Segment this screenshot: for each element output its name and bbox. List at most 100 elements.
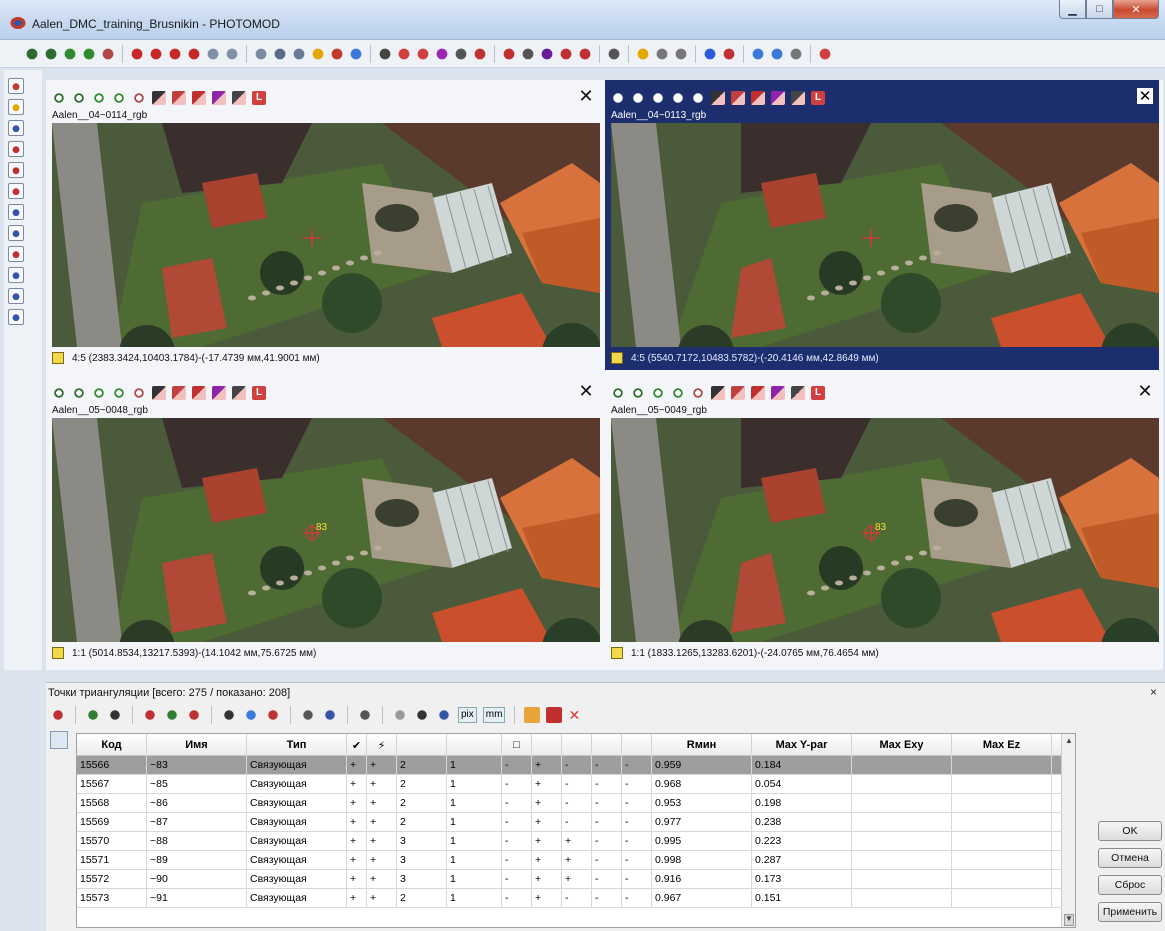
add-point-icon[interactable] [711,91,725,105]
layer-l-icon[interactable]: L [811,386,825,400]
r-icon[interactable] [577,45,593,62]
delete-icon[interactable] [791,386,805,400]
copy-icon[interactable] [8,267,24,283]
filter2-icon[interactable] [8,225,24,241]
add-point-icon[interactable] [711,386,725,400]
column-header-c7-col[interactable]: □ [502,734,532,756]
panel-close-button[interactable]: × [1150,685,1157,699]
zoom-fit-icon[interactable] [92,386,106,400]
column-header-code-col[interactable]: Код [77,734,147,756]
zoom-actual-icon[interactable] [671,386,685,400]
report-icon[interactable] [357,707,373,723]
view-dual-icon[interactable] [721,45,737,62]
measure-icon[interactable] [192,386,206,400]
column-header-c9-col[interactable] [562,734,592,756]
zoom-actual-icon[interactable] [112,386,126,400]
zoom-region-icon[interactable] [691,91,705,105]
table-row[interactable]: 15573 ~91 Связующая + +2 1- + - - -0.967 0.151 [77,889,1065,908]
zoom-out-icon[interactable] [631,386,645,400]
filter-icon[interactable] [8,204,24,220]
zoom-region-icon[interactable] [691,386,705,400]
layer-l-icon[interactable]: L [811,91,825,105]
add-point-icon[interactable] [377,45,393,62]
rename-icon[interactable] [221,707,237,723]
table-row[interactable]: 15569 ~87 Связующая + +2 1- + - - -0.977 0.238 [77,813,1065,832]
delete-icon[interactable] [791,91,805,105]
zoom-out-icon[interactable] [72,386,86,400]
table-icon[interactable] [673,45,689,62]
zoom-fit-icon[interactable] [651,386,665,400]
layout-icon[interactable] [272,45,288,62]
export-icon[interactable] [265,707,281,723]
catalog-icon[interactable] [635,45,651,62]
arrow-down-icon[interactable] [186,45,202,62]
column-header-type-col[interactable]: Тип [247,734,347,756]
table-row[interactable]: 15568 ~86 Связующая + +2 1- + - - -0.953 0.198 [77,794,1065,813]
options-icon[interactable] [750,45,766,62]
grid-points-icon[interactable] [8,309,24,325]
transform2-icon[interactable] [558,45,574,62]
maximize-button[interactable]: □ [1086,0,1113,19]
measure-right-icon[interactable] [8,183,24,199]
zoom-actual-icon[interactable] [112,91,126,105]
zoom-actual-icon[interactable] [81,45,97,62]
sort-az-icon[interactable] [50,707,66,723]
zoom-fit-icon[interactable] [651,91,665,105]
zoom-fit-icon[interactable] [62,45,78,62]
delete2-icon[interactable] [472,45,488,62]
add-point2-icon[interactable] [731,386,745,400]
column-header-c8-col[interactable] [532,734,562,756]
column-header-c11-col[interactable] [622,734,652,756]
options2-icon[interactable] [769,45,785,62]
import-icon[interactable] [243,707,259,723]
layer-l-icon[interactable] [817,45,833,62]
measure-icon[interactable] [751,386,765,400]
swap-icon[interactable] [8,141,24,157]
sort-az-icon[interactable] [8,246,24,262]
image-viewport[interactable]: 83 [611,418,1159,642]
cross-icon[interactable]: ✕ [568,707,584,723]
close-button[interactable]: ✕ [1113,0,1159,19]
column-header-max-ypar-col[interactable]: Max Y-par [752,734,852,756]
arrow-up-icon[interactable] [167,45,183,62]
delete-icon[interactable] [453,45,469,62]
pane-close-button[interactable]: ✕ [1137,382,1153,400]
measure2-icon[interactable] [771,91,785,105]
zoom-out-icon[interactable] [43,45,59,62]
transform-icon[interactable] [539,45,555,62]
pane-close-button[interactable]: ✕ [578,382,594,400]
table-row[interactable]: 15572 ~90 Связующая + +3 1- + + - -0.916 0.173 [77,870,1065,889]
column-header-c10-col[interactable] [592,734,622,756]
add-point2-icon[interactable] [396,45,412,62]
anaglyph-icon[interactable] [8,120,24,136]
column-header-name-col[interactable]: Имя [147,734,247,756]
report-icon[interactable] [606,45,622,62]
table-row[interactable]: 15570 ~88 Связующая + +3 1- + + - -0.995 0.223 [77,832,1065,851]
zoom-in-icon[interactable] [52,91,66,105]
zoom-region-icon[interactable] [100,45,116,62]
measure-left-icon[interactable] [8,162,24,178]
stereo-mode-icon[interactable] [8,99,24,115]
settings-icon[interactable] [291,45,307,62]
reset-button[interactable]: Сброс [1098,875,1162,895]
column-header-max-exy-col[interactable]: Max Exy [852,734,952,756]
image-icon[interactable] [788,45,804,62]
image-pane-3[interactable]: L ✕ Aalen__05~0048_rgb 83 1:1 (5014.8534,132… [46,375,600,665]
table-row[interactable]: 15571 ~89 Связующая + +3 1- + + - -0.998 0.287 [77,851,1065,870]
add-point2-icon[interactable] [172,386,186,400]
image-pane-4[interactable]: L ✕ Aalen__05~0049_rgb 83 1:1 (1833.1265,132… [605,375,1159,665]
pane-close-button[interactable]: ✕ [578,87,594,105]
mm-units-button[interactable]: mm [482,707,506,723]
column-header-rmin-col[interactable]: Rмин [652,734,752,756]
zoom-in-icon[interactable] [611,91,625,105]
grid-icon[interactable] [253,45,269,62]
stop-icon[interactable] [546,707,563,723]
zoom-out-icon[interactable] [631,91,645,105]
measure-icon[interactable] [415,45,431,62]
color-icon[interactable] [524,707,541,723]
window-icon[interactable] [348,45,364,62]
view-mode-icon[interactable] [8,78,24,94]
measure2-icon[interactable] [434,45,450,62]
table-row[interactable]: 15566 ~83 Связующая + +2 1- + - - -0.959 0.184 [77,756,1065,775]
zoom-in-icon[interactable] [611,386,625,400]
